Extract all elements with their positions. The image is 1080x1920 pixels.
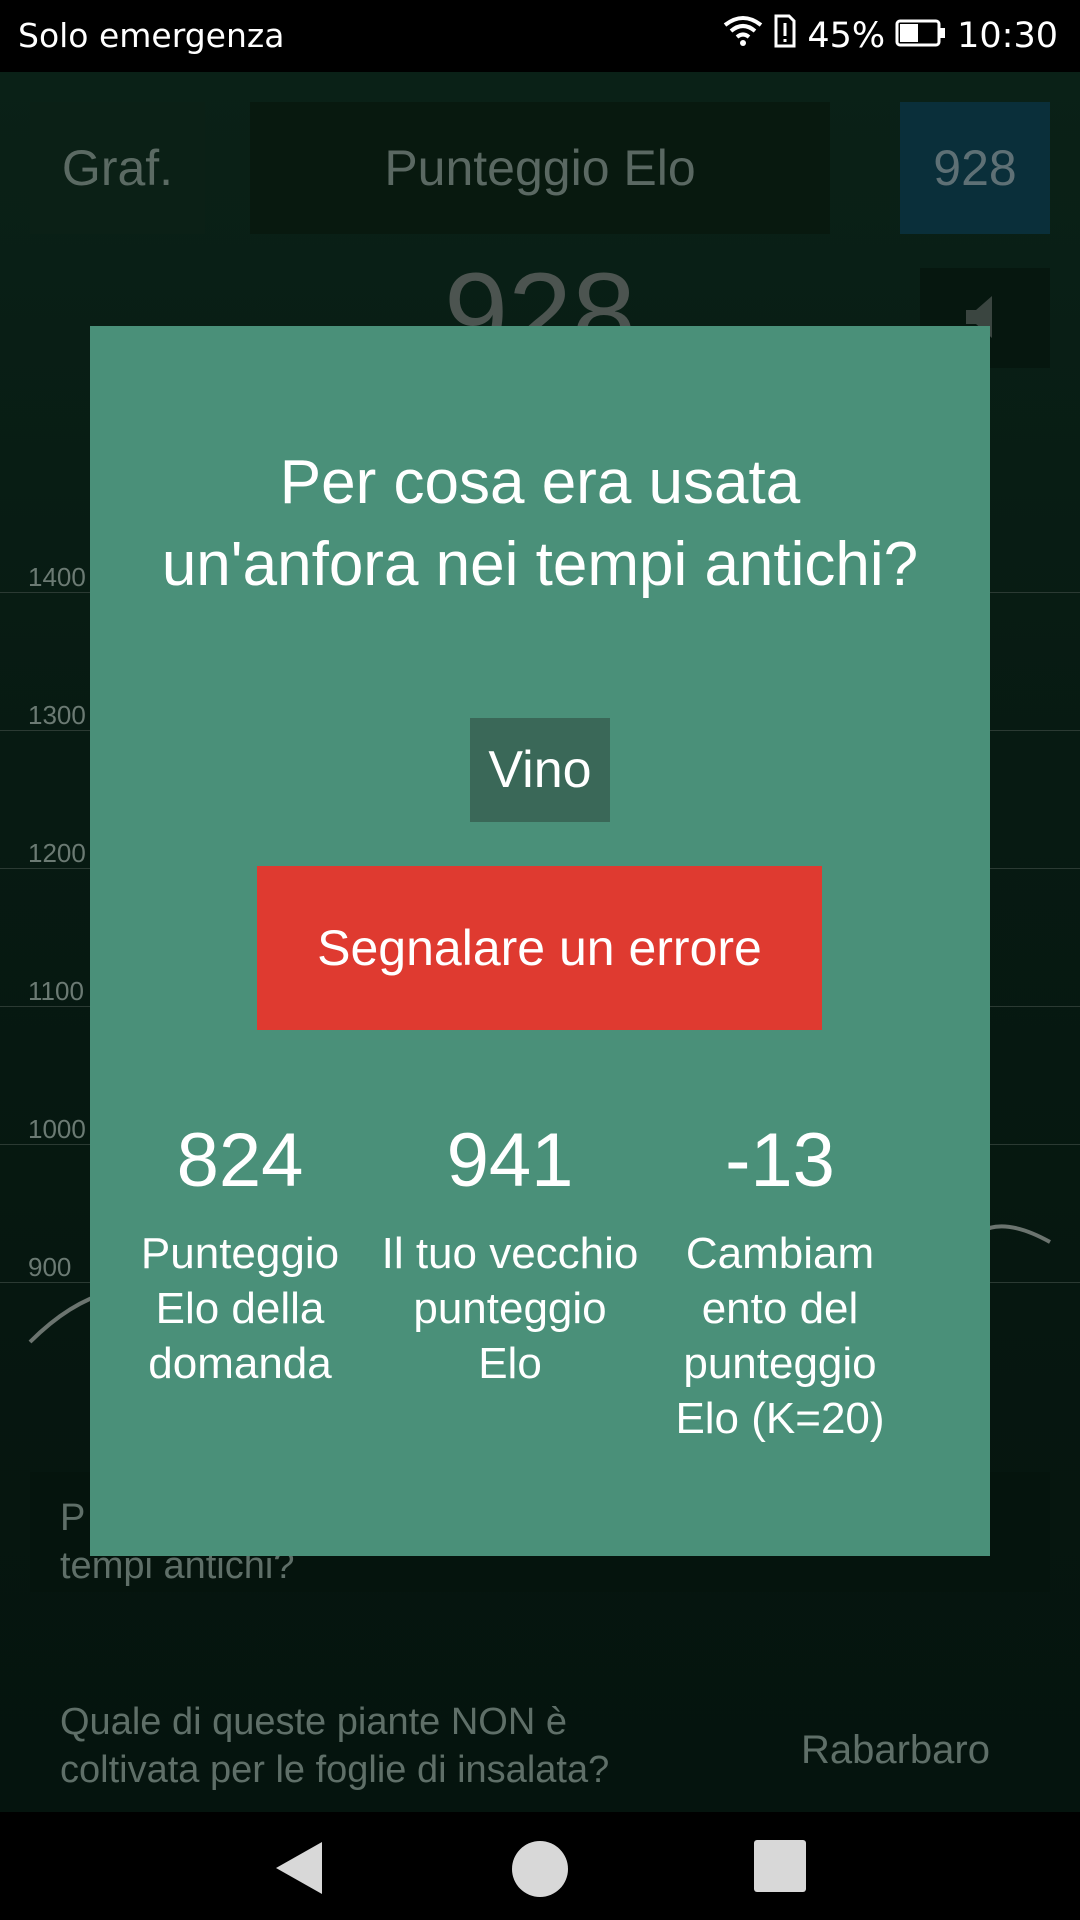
- navigation-bar: [0, 1812, 1080, 1920]
- report-error-button[interactable]: Segnalare un errore: [257, 866, 822, 1030]
- answer-text: Rabarbaro: [800, 1728, 990, 1772]
- battery-percent: 45%: [807, 15, 886, 56]
- stat-value: -13: [725, 1118, 835, 1203]
- back-button[interactable]: [270, 1838, 330, 1898]
- home-icon: [512, 1841, 568, 1897]
- stat-label: Punteggio Elo della domanda: [140, 1229, 340, 1388]
- correct-answer-chip: Vino: [470, 718, 610, 822]
- status-bar: Solo emergenza 45% 10:30: [0, 0, 1080, 72]
- status-icons: 45% 10:30: [723, 14, 1058, 57]
- back-icon: [276, 1842, 322, 1894]
- battery-icon: [895, 16, 947, 56]
- stat-label: Cambiam ento del punteggio Elo (K=20): [675, 1229, 885, 1443]
- result-dialog: Per cosa era usata un'anfora nei tempi a…: [90, 326, 990, 1556]
- wifi-icon: [723, 15, 763, 56]
- stat-label: Il tuo vecchio punteggio Elo: [381, 1229, 639, 1388]
- clock: 10:30: [957, 15, 1058, 56]
- stat-value: 941: [446, 1118, 574, 1203]
- home-button[interactable]: [509, 1838, 569, 1898]
- recents-icon: [754, 1840, 806, 1892]
- dialog-question: Per cosa era usata un'anfora nei tempi a…: [161, 448, 919, 599]
- stat-question-elo: 824 Punteggio Elo della domanda: [110, 1116, 370, 1391]
- sim-alert-icon: [773, 14, 797, 57]
- stat-old-elo: 941 Il tuo vecchio punteggio Elo: [380, 1116, 640, 1391]
- recents-button[interactable]: [752, 1838, 812, 1898]
- stat-value: 824: [176, 1118, 304, 1203]
- carrier-label: Solo emergenza: [18, 16, 285, 55]
- stat-elo-change: -13 Cambiam ento del punteggio Elo (K=20…: [650, 1116, 910, 1446]
